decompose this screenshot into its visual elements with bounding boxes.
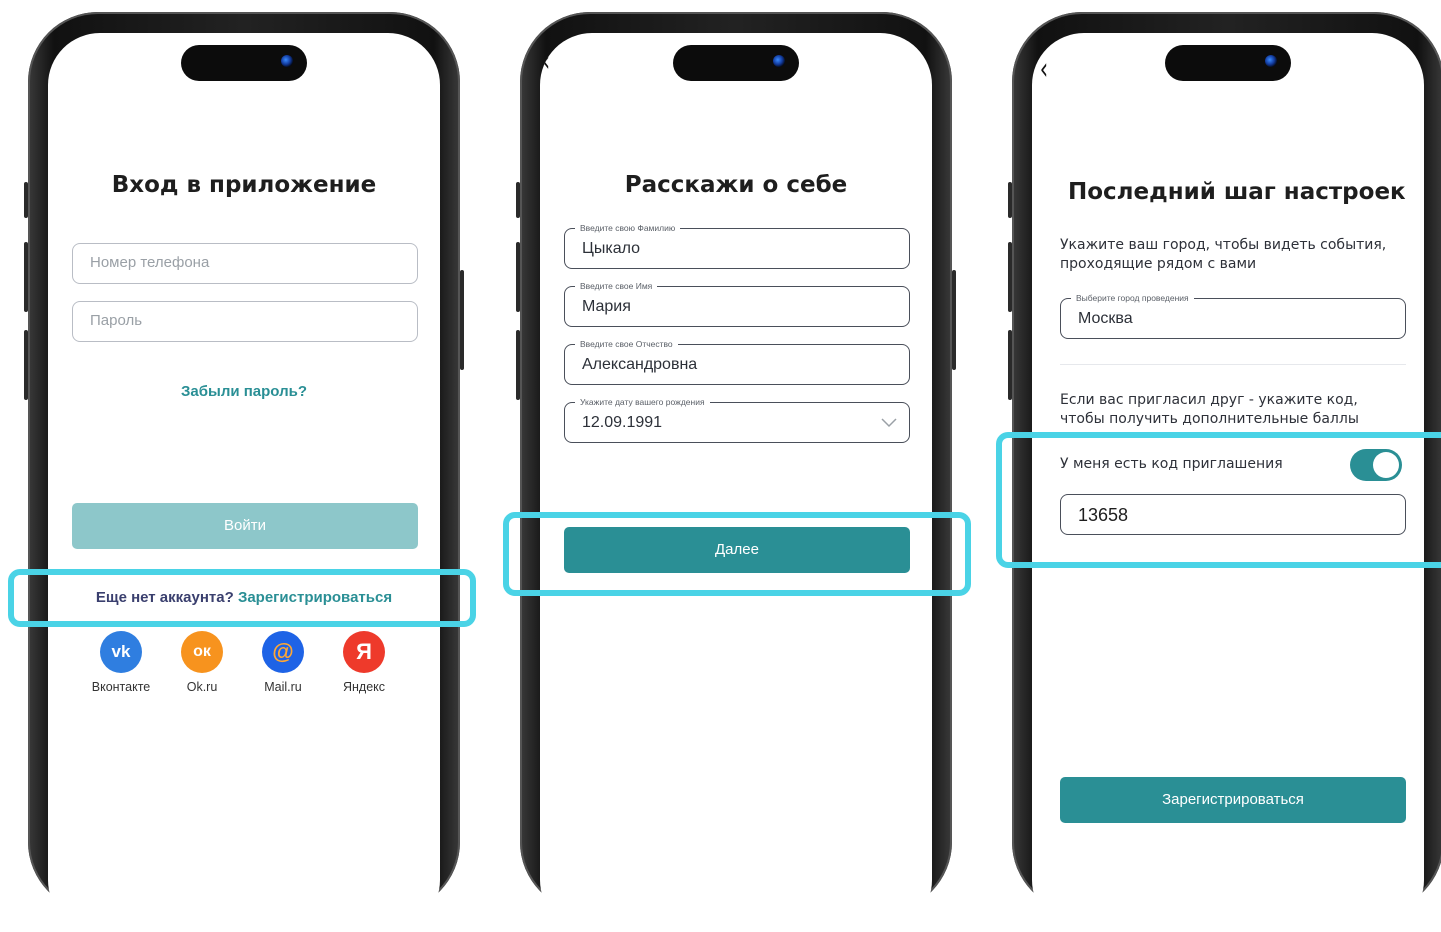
camera-icon — [281, 55, 293, 67]
patronymic-field[interactable]: Введите свое Отчество Александровна — [564, 338, 910, 385]
about-screen: ‹ Расскажи о себе Введите свою Фамилию Ц… — [540, 33, 932, 932]
name-field[interactable]: Введите свое Имя Мария — [564, 280, 910, 327]
surname-field[interactable]: Введите свою Фамилию Цыкало — [564, 222, 910, 269]
dynamic-island — [1165, 45, 1291, 81]
login-button[interactable]: Войти — [72, 503, 418, 549]
dynamic-island — [181, 45, 307, 81]
highlight-next-button — [503, 512, 971, 596]
social-label: Mail.ru — [264, 680, 302, 694]
field-value: 12.09.1991 — [582, 414, 663, 431]
login-screen: Вход в приложение Номер телефона Пароль … — [48, 33, 440, 932]
field-value: Москва — [1078, 310, 1133, 327]
social-label: Вконтакте — [91, 680, 151, 694]
register-button[interactable]: Зарегистрироваться — [1060, 777, 1406, 823]
highlight-register-prompt — [8, 569, 476, 627]
side-button — [516, 330, 520, 400]
dynamic-island — [673, 45, 799, 81]
page-title: Последний шаг настроек — [1068, 179, 1406, 205]
yandex-icon: Я — [343, 631, 385, 673]
side-button — [24, 182, 28, 218]
field-value: Цыкало — [582, 240, 640, 257]
phone-login: Вход в приложение Номер телефона Пароль … — [24, 12, 464, 932]
side-button — [516, 242, 520, 312]
side-button — [1008, 330, 1012, 400]
side-button — [952, 270, 956, 370]
side-button — [1008, 182, 1012, 218]
birthdate-select[interactable]: Укажите дату вашего рождения 12.09.1991 — [564, 396, 910, 443]
highlight-invite-code — [996, 432, 1441, 568]
social-login-mail[interactable]: @ Mail.ru — [253, 631, 313, 694]
forgot-password-link[interactable]: Забыли пароль? — [48, 383, 440, 400]
side-button — [1008, 242, 1012, 312]
social-login-yandex[interactable]: Я Яндекс — [334, 631, 394, 694]
city-select[interactable]: Выберите город проведения Москва — [1060, 292, 1406, 339]
side-button — [24, 330, 28, 400]
chevron-left-icon[interactable]: ‹ — [1040, 55, 1048, 85]
side-button — [460, 270, 464, 370]
social-label: Ok.ru — [186, 680, 218, 694]
side-button — [24, 242, 28, 312]
phone-about: ‹ Расскажи о себе Введите свою Фамилию Ц… — [516, 12, 956, 932]
camera-icon — [1265, 55, 1277, 67]
side-button — [516, 182, 520, 218]
city-hint: Укажите ваш город, чтобы видеть события,… — [1060, 237, 1387, 272]
vk-icon: vk — [100, 631, 142, 673]
camera-icon — [773, 55, 785, 67]
social-label: Яндекс — [342, 680, 386, 694]
mail-icon: @ — [262, 631, 304, 673]
invite-hint: Если вас пригласил друг - укажите код, ч… — [1060, 392, 1359, 427]
social-login-ok[interactable]: ок Ok.ru — [172, 631, 232, 694]
page-title: Вход в приложение — [111, 172, 377, 198]
phone-input[interactable]: Номер телефона — [72, 243, 418, 284]
divider — [1060, 364, 1406, 365]
field-value: Александровна — [582, 356, 698, 373]
chevron-down-icon — [881, 418, 897, 428]
field-value: Мария — [582, 298, 631, 315]
ok-icon: ок — [181, 631, 223, 673]
social-login-vk[interactable]: vk Вконтакте — [91, 631, 151, 694]
page-title: Расскажи о себе — [624, 172, 848, 198]
chevron-left-icon[interactable]: ‹ — [542, 47, 550, 77]
password-input[interactable]: Пароль — [72, 301, 418, 342]
